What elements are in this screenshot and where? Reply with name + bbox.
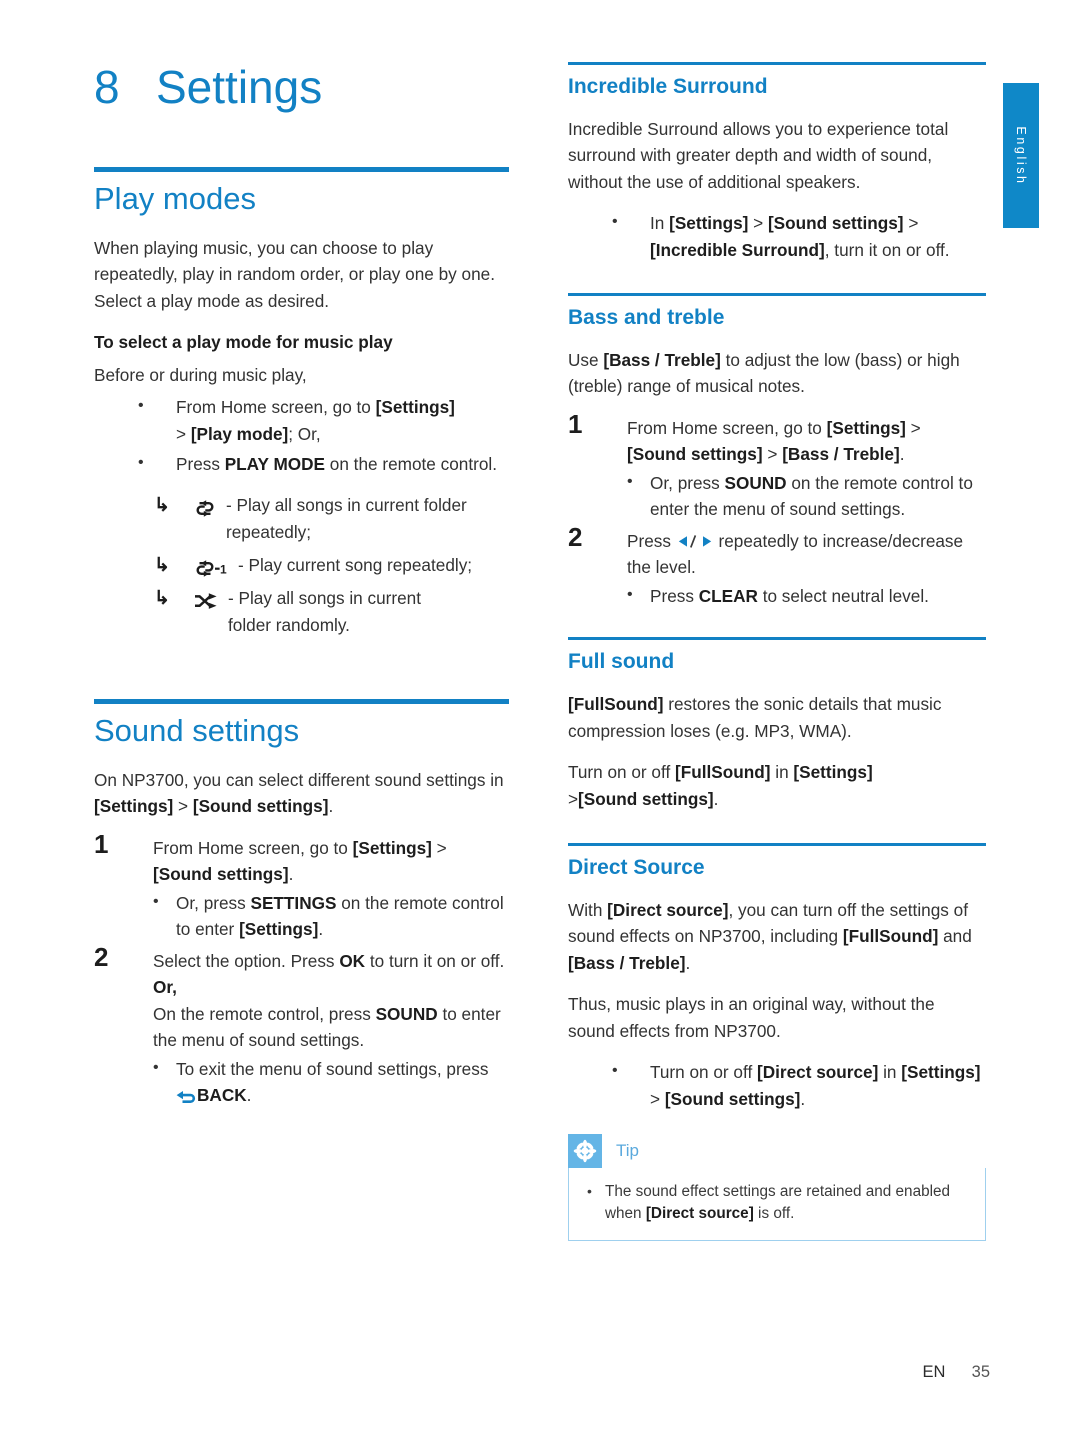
full-sound-para-2: Turn on or off [FullSound] in [Settings]…	[568, 762, 873, 809]
play-modes-lead: Before or during music play,	[94, 364, 307, 385]
list-item: ↳ 1 - Play current song repeatedly;	[94, 552, 509, 579]
list-item: Or, press SETTINGS on the remote control…	[153, 889, 509, 943]
step-2: 2 Press repeatedly to increase/decrease …	[568, 524, 986, 610]
section-rule-incredible-surround	[568, 62, 986, 65]
bass-and-treble-steps: 1 From Home screen, go to [Settings] > [S…	[568, 411, 986, 610]
section-heading-direct-source: Direct Source	[568, 855, 705, 879]
incredible-surround-intro: Incredible Surround allows you to experi…	[568, 118, 949, 192]
direct-source-para-1: With [Direct source], you can turn off t…	[568, 899, 972, 973]
step-2-bullets: Press CLEAR to select neutral level.	[627, 582, 986, 610]
step-number: 2	[94, 941, 109, 972]
back-icon	[176, 1085, 197, 1105]
direct-source-para-2: Thus, music plays in an original way, wi…	[568, 994, 935, 1041]
section-heading-incredible-surround: Incredible Surround	[568, 74, 768, 98]
sub-arrow-icon: ↳	[154, 554, 170, 576]
list-item: Press CLEAR to select neutral level.	[627, 582, 986, 610]
sub-arrow-icon: ↳	[154, 587, 170, 609]
full-sound-para-1: [FullSound] restores the sonic details t…	[568, 694, 942, 741]
step-1-bullets: Or, press SETTINGS on the remote control…	[153, 889, 509, 943]
play-modes-subheading: To select a play mode for music play	[94, 332, 393, 353]
section-rule-sound-settings	[94, 698, 509, 704]
sub-arrow-icon: ↳	[154, 494, 170, 516]
list-item: Or, press SOUND on the remote control to…	[627, 469, 986, 523]
language-tab: English	[1003, 83, 1039, 228]
list-item: Press PLAY MODE on the remote control.	[94, 450, 509, 478]
section-heading-full-sound: Full sound	[568, 649, 675, 673]
right-column: Incredible Surround Incredible Surround …	[568, 62, 986, 1242]
tip-label: Tip	[616, 1141, 639, 1161]
play-mode-icon-list: ↳ - Play all songs in current folder repe…	[94, 492, 509, 639]
shuffle-icon	[194, 588, 218, 615]
section-rule-play-modes	[94, 166, 509, 172]
list-item: ↳ - Play all songs in current folder repe…	[94, 492, 509, 546]
incredible-surround-bullets: In [Settings] > [Sound settings] > [Incr…	[568, 209, 986, 263]
sound-settings-intro: On NP3700, you can select different soun…	[94, 769, 504, 817]
section-heading-play-modes: Play modes	[94, 180, 256, 216]
tip-asterisk-icon	[568, 1134, 602, 1169]
chapter-title-text: Settings	[156, 61, 323, 113]
step-number: 1	[568, 408, 583, 439]
tip-box: Tip The sound effect settings are retain…	[568, 1134, 986, 1242]
tip-header: Tip	[568, 1134, 986, 1169]
chapter-title: 8 Settings	[94, 62, 509, 113]
repeat-all-icon	[194, 495, 216, 522]
step-2-bullets: To exit the menu of sound settings, pres…	[153, 1055, 509, 1109]
chapter-number: 8	[94, 61, 120, 113]
step-1: 1 From Home screen, go to [Settings] > [S…	[568, 411, 986, 523]
section-rule-bass-and-treble	[568, 293, 986, 296]
repeat-one-icon: 1	[194, 555, 228, 582]
sound-settings-steps: 1 From Home screen, go to [Settings] > [S…	[94, 831, 509, 1109]
list-item: ↳ - Play all songs in current folder rand…	[94, 585, 509, 639]
svg-text:1: 1	[220, 562, 227, 576]
footer-page-number: 35	[971, 1363, 990, 1381]
list-item: To exit the menu of sound settings, pres…	[153, 1055, 509, 1109]
manual-page: English 8 Settings Play modes When playin…	[0, 0, 1080, 1440]
direct-source-bullets: Turn on or off [Direct source] in [Setti…	[568, 1058, 986, 1112]
tip-body: The sound effect settings are retained a…	[568, 1168, 986, 1242]
step-2: 2 Select the option. Press OK to turn it…	[94, 944, 509, 1109]
step-1-bullets: Or, press SOUND on the remote control to…	[627, 469, 986, 523]
list-item: Turn on or off [Direct source] in [Setti…	[568, 1058, 986, 1112]
play-modes-intro: When playing music, you can choose to pl…	[94, 237, 495, 311]
page-footer: EN 35	[0, 1363, 1080, 1382]
left-right-arrows-icon	[676, 531, 714, 551]
step-1: 1 From Home screen, go to [Settings] > [S…	[94, 831, 509, 943]
list-item: The sound effect settings are retained a…	[583, 1180, 971, 1225]
section-rule-direct-source	[568, 843, 986, 846]
step-number: 1	[94, 828, 109, 859]
left-column: 8 Settings Play modes When playing music,…	[94, 62, 509, 1121]
section-rule-full-sound	[568, 637, 986, 640]
section-heading-bass-and-treble: Bass and treble	[568, 305, 725, 329]
step-number: 2	[568, 521, 583, 552]
language-tab-label: English	[1014, 125, 1028, 186]
list-item: In [Settings] > [Sound settings] > [Incr…	[568, 209, 986, 263]
play-modes-bullet-list: From Home screen, go to [Settings]> [Pla…	[94, 393, 509, 478]
footer-locale: EN	[922, 1363, 946, 1381]
bass-and-treble-intro: Use [Bass / Treble] to adjust the low (b…	[568, 349, 960, 397]
list-item: From Home screen, go to [Settings]> [Pla…	[94, 393, 509, 447]
section-heading-sound-settings: Sound settings	[94, 712, 300, 748]
